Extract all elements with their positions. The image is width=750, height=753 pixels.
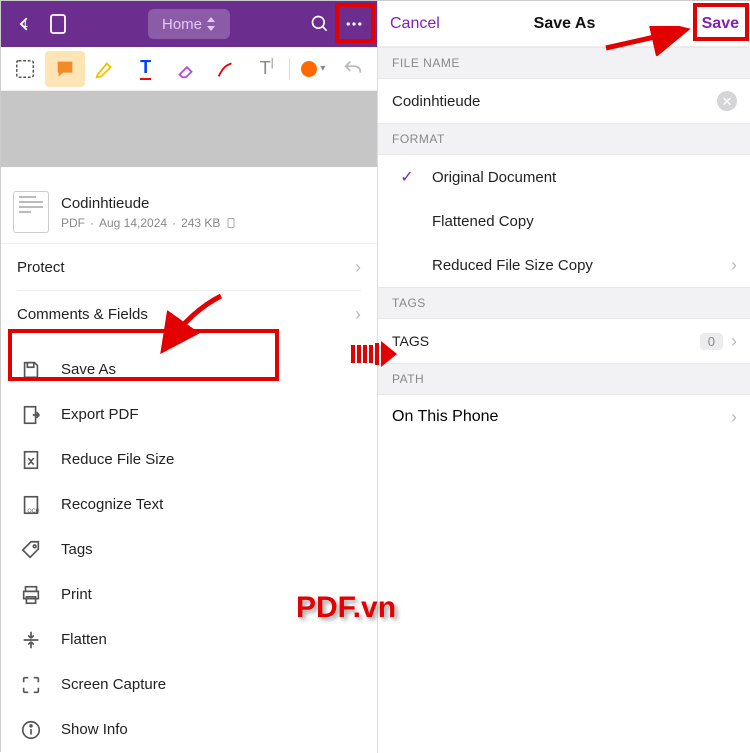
comments-row[interactable]: Comments & Fields ›	[1, 291, 377, 337]
menu-show-info[interactable]: Show Info	[1, 707, 377, 752]
breadcrumb-label: Home	[162, 16, 202, 33]
check-icon: ✓	[396, 167, 418, 187]
file-meta: PDF·Aug 14,2024·243 KB	[61, 216, 237, 230]
flatten-icon	[19, 628, 43, 652]
cancel-button[interactable]: Cancel	[390, 15, 440, 33]
separator	[289, 58, 290, 80]
select-tool-icon[interactable]	[5, 51, 44, 87]
menu-print[interactable]: Print	[1, 572, 377, 617]
ocr-icon: OCR	[19, 493, 43, 517]
breadcrumb-home[interactable]: Home	[148, 9, 230, 39]
text-tool-icon[interactable]: T	[126, 51, 165, 87]
path-row[interactable]: On This Phone ›	[378, 395, 750, 439]
compress-icon	[19, 448, 43, 472]
menu-flatten[interactable]: Flatten	[1, 617, 377, 662]
capture-icon	[19, 673, 43, 697]
menu-tags[interactable]: Tags	[1, 527, 377, 572]
chevron-right-icon: ›	[731, 407, 737, 428]
document-preview-area	[1, 91, 377, 181]
menu-recognize-text[interactable]: OCR Recognize Text	[1, 482, 377, 527]
format-flattened[interactable]: Flattened Copy	[378, 199, 750, 243]
tool-toolbar: T T| ▾	[1, 47, 377, 91]
menu-reduce-size[interactable]: Reduce File Size	[1, 437, 377, 482]
updown-icon	[206, 17, 216, 31]
svg-text:OCR: OCR	[27, 508, 39, 514]
menu-export-pdf[interactable]: Export PDF	[1, 392, 377, 437]
menu-save-as[interactable]: Save As	[1, 347, 377, 392]
menu-screen-capture[interactable]: Screen Capture	[1, 662, 377, 707]
tags-row[interactable]: TAGS 0 ›	[378, 319, 750, 363]
tag-icon	[19, 538, 43, 562]
undo-tool-icon[interactable]	[334, 51, 373, 87]
search-icon[interactable]	[303, 7, 337, 41]
format-reduced[interactable]: Reduced File Size Copy ›	[378, 243, 750, 287]
page-title: Save As	[534, 15, 596, 33]
chevron-right-icon: ›	[731, 331, 737, 352]
section-filename: FILE NAME	[378, 47, 750, 79]
format-original[interactable]: ✓ Original Document	[378, 155, 750, 199]
section-path: PATH	[378, 363, 750, 395]
sheet-handle-icon[interactable]	[167, 170, 211, 174]
chevron-right-icon: ›	[355, 257, 361, 278]
app-topbar: 1 Home	[1, 1, 377, 47]
saveas-navbar: Cancel Save As Save	[378, 1, 750, 47]
chevron-right-icon: ›	[355, 304, 361, 325]
export-icon	[19, 403, 43, 427]
chevron-right-icon: ›	[731, 255, 737, 276]
pen-tool-icon[interactable]	[207, 51, 246, 87]
section-format: FORMAT	[378, 123, 750, 155]
protect-row[interactable]: Protect ›	[1, 244, 377, 290]
print-icon	[19, 583, 43, 607]
comment-tool-icon[interactable]	[45, 51, 84, 87]
page-number: 1	[22, 18, 28, 30]
page-indicator[interactable]: 1	[41, 7, 75, 41]
save-icon	[19, 358, 43, 382]
file-thumb-icon	[13, 191, 49, 233]
shape-tool-icon[interactable]: ▾	[293, 51, 332, 87]
typewriter-tool-icon[interactable]: T|	[247, 51, 286, 87]
file-info-row: Codinhtieude PDF·Aug 14,2024·243 KB	[1, 181, 377, 244]
filename-input[interactable]: Codinhtieude ✕	[378, 79, 750, 123]
highlight-tool-icon[interactable]	[86, 51, 125, 87]
more-icon[interactable]	[337, 7, 371, 41]
tags-count-badge: 0	[700, 333, 723, 350]
section-tags: TAGS	[378, 287, 750, 319]
clear-icon[interactable]: ✕	[717, 91, 737, 111]
info-icon	[19, 718, 43, 742]
eraser-tool-icon[interactable]	[166, 51, 205, 87]
device-icon	[225, 216, 237, 230]
file-title: Codinhtieude	[61, 195, 237, 212]
save-button[interactable]: Save	[702, 15, 739, 33]
